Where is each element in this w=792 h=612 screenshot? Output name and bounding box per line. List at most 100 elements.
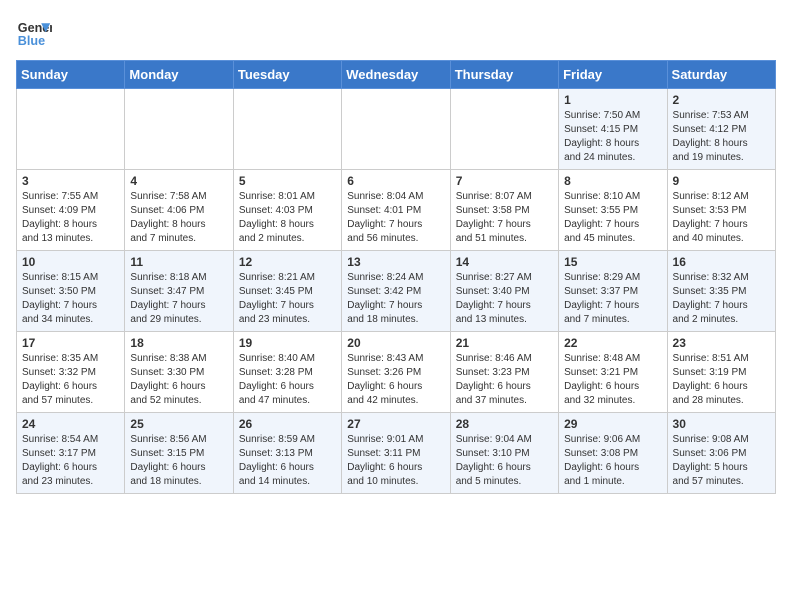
calendar-cell: 12Sunrise: 8:21 AM Sunset: 3:45 PM Dayli…: [233, 251, 341, 332]
day-info: Sunrise: 8:24 AM Sunset: 3:42 PM Dayligh…: [347, 271, 444, 327]
day-info: Sunrise: 8:59 AM Sunset: 3:13 PM Dayligh…: [239, 433, 336, 489]
day-info: Sunrise: 8:10 AM Sunset: 3:55 PM Dayligh…: [564, 190, 661, 246]
logo: General Blue: [16, 16, 52, 52]
day-info: Sunrise: 8:01 AM Sunset: 4:03 PM Dayligh…: [239, 190, 336, 246]
day-info: Sunrise: 8:38 AM Sunset: 3:30 PM Dayligh…: [130, 352, 227, 408]
day-number: 11: [130, 255, 227, 269]
day-number: 15: [564, 255, 661, 269]
day-info: Sunrise: 8:27 AM Sunset: 3:40 PM Dayligh…: [456, 271, 553, 327]
calendar-cell: 20 Sunrise: 8:43 AM Sunset: 3:26 PM Dayli…: [342, 332, 450, 413]
calendar-cell: 21 Sunrise: 8:46 AM Sunset: 3:23 PM Dayli…: [450, 332, 558, 413]
day-info: Sunrise: 7:50 AM Sunset: 4:15 PM Dayligh…: [564, 109, 661, 165]
calendar-cell: 14 Sunrise: 8:27 AM Sunset: 3:40 PM Dayli…: [450, 251, 558, 332]
day-number: 26: [239, 417, 336, 431]
weekday-header-row: SundayMondayTuesdayWednesdayThursdayFrid…: [17, 61, 776, 89]
day-info: Sunrise: 8:29 AM Sunset: 3:37 PM Dayligh…: [564, 271, 661, 327]
day-number: 21: [456, 336, 553, 350]
calendar-cell: 10 Sunrise: 8:15 AM Sunset: 3:50 PM Dayli…: [17, 251, 125, 332]
week-row-3: 10 Sunrise: 8:15 AM Sunset: 3:50 PM Dayli…: [17, 251, 776, 332]
calendar-cell: 4 Sunrise: 7:58 AM Sunset: 4:06 PM Daylig…: [125, 170, 233, 251]
weekday-tuesday: Tuesday: [233, 61, 341, 89]
week-row-1: 1 Sunrise: 7:50 AM Sunset: 4:15 PM Daylig…: [17, 89, 776, 170]
weekday-saturday: Saturday: [667, 61, 775, 89]
day-number: 20: [347, 336, 444, 350]
calendar-cell: [17, 89, 125, 170]
logo-icon: General Blue: [16, 16, 52, 52]
day-number: 14: [456, 255, 553, 269]
calendar-cell: 17Sunrise: 8:35 AM Sunset: 3:32 PM Dayli…: [17, 332, 125, 413]
day-info: Sunrise: 7:55 AM Sunset: 4:09 PM Dayligh…: [22, 190, 119, 246]
day-number: 29: [564, 417, 661, 431]
calendar-cell: 7 Sunrise: 8:07 AM Sunset: 3:58 PM Daylig…: [450, 170, 558, 251]
calendar-cell: 28 Sunrise: 9:04 AM Sunset: 3:10 PM Dayli…: [450, 413, 558, 494]
day-info: Sunrise: 8:54 AM Sunset: 3:17 PM Dayligh…: [22, 433, 119, 489]
day-info: Sunrise: 8:35 AM Sunset: 3:32 PM Dayligh…: [22, 352, 119, 408]
week-row-4: 17Sunrise: 8:35 AM Sunset: 3:32 PM Dayli…: [17, 332, 776, 413]
calendar-cell: 27 Sunrise: 9:01 AM Sunset: 3:11 PM Dayli…: [342, 413, 450, 494]
weekday-friday: Friday: [559, 61, 667, 89]
calendar-cell: 23Sunrise: 8:51 AM Sunset: 3:19 PM Dayli…: [667, 332, 775, 413]
day-number: 10: [22, 255, 119, 269]
day-number: 2: [673, 93, 770, 107]
day-info: Sunrise: 9:06 AM Sunset: 3:08 PM Dayligh…: [564, 433, 661, 489]
day-number: 6: [347, 174, 444, 188]
day-number: 12: [239, 255, 336, 269]
weekday-monday: Monday: [125, 61, 233, 89]
day-info: Sunrise: 8:40 AM Sunset: 3:28 PM Dayligh…: [239, 352, 336, 408]
calendar-cell: [233, 89, 341, 170]
day-info: Sunrise: 8:51 AM Sunset: 3:19 PM Dayligh…: [673, 352, 770, 408]
calendar-cell: 19 Sunrise: 8:40 AM Sunset: 3:28 PM Dayli…: [233, 332, 341, 413]
calendar-cell: [125, 89, 233, 170]
calendar-cell: 26 Sunrise: 8:59 AM Sunset: 3:13 PM Dayli…: [233, 413, 341, 494]
calendar-cell: [342, 89, 450, 170]
day-info: Sunrise: 9:01 AM Sunset: 3:11 PM Dayligh…: [347, 433, 444, 489]
day-number: 27: [347, 417, 444, 431]
weekday-thursday: Thursday: [450, 61, 558, 89]
calendar-cell: 5 Sunrise: 8:01 AM Sunset: 4:03 PM Daylig…: [233, 170, 341, 251]
day-info: Sunrise: 8:07 AM Sunset: 3:58 PM Dayligh…: [456, 190, 553, 246]
day-number: 28: [456, 417, 553, 431]
calendar-cell: 2 Sunrise: 7:53 AM Sunset: 4:12 PM Daylig…: [667, 89, 775, 170]
day-info: Sunrise: 8:56 AM Sunset: 3:15 PM Dayligh…: [130, 433, 227, 489]
calendar-cell: 25 Sunrise: 8:56 AM Sunset: 3:15 PM Dayli…: [125, 413, 233, 494]
calendar-cell: 18 Sunrise: 8:38 AM Sunset: 3:30 PM Dayli…: [125, 332, 233, 413]
day-info: Sunrise: 8:43 AM Sunset: 3:26 PM Dayligh…: [347, 352, 444, 408]
day-number: 16: [673, 255, 770, 269]
day-info: Sunrise: 7:53 AM Sunset: 4:12 PM Dayligh…: [673, 109, 770, 165]
calendar-cell: 8 Sunrise: 8:10 AM Sunset: 3:55 PM Daylig…: [559, 170, 667, 251]
calendar-cell: 16 Sunrise: 8:32 AM Sunset: 3:35 PM Dayli…: [667, 251, 775, 332]
svg-text:Blue: Blue: [18, 34, 45, 48]
calendar-cell: 15 Sunrise: 8:29 AM Sunset: 3:37 PM Dayli…: [559, 251, 667, 332]
calendar-cell: 9 Sunrise: 8:12 AM Sunset: 3:53 PM Daylig…: [667, 170, 775, 251]
calendar-cell: [450, 89, 558, 170]
day-number: 13: [347, 255, 444, 269]
day-info: Sunrise: 8:48 AM Sunset: 3:21 PM Dayligh…: [564, 352, 661, 408]
day-number: 9: [673, 174, 770, 188]
day-number: 3: [22, 174, 119, 188]
day-number: 8: [564, 174, 661, 188]
calendar-cell: 1 Sunrise: 7:50 AM Sunset: 4:15 PM Daylig…: [559, 89, 667, 170]
calendar-cell: 22Sunrise: 8:48 AM Sunset: 3:21 PM Dayli…: [559, 332, 667, 413]
day-number: 25: [130, 417, 227, 431]
day-info: Sunrise: 8:46 AM Sunset: 3:23 PM Dayligh…: [456, 352, 553, 408]
day-number: 1: [564, 93, 661, 107]
day-info: Sunrise: 9:04 AM Sunset: 3:10 PM Dayligh…: [456, 433, 553, 489]
calendar-body: 1 Sunrise: 7:50 AM Sunset: 4:15 PM Daylig…: [17, 89, 776, 494]
calendar-cell: 29 Sunrise: 9:06 AM Sunset: 3:08 PM Dayli…: [559, 413, 667, 494]
day-info: Sunrise: 8:32 AM Sunset: 3:35 PM Dayligh…: [673, 271, 770, 327]
page-header: General Blue: [16, 16, 776, 52]
day-number: 4: [130, 174, 227, 188]
day-info: Sunrise: 8:04 AM Sunset: 4:01 PM Dayligh…: [347, 190, 444, 246]
calendar-cell: 13 Sunrise: 8:24 AM Sunset: 3:42 PM Dayli…: [342, 251, 450, 332]
day-number: 18: [130, 336, 227, 350]
day-info: Sunrise: 8:18 AM Sunset: 3:47 PM Dayligh…: [130, 271, 227, 327]
day-info: Sunrise: 7:58 AM Sunset: 4:06 PM Dayligh…: [130, 190, 227, 246]
day-info: Sunrise: 8:15 AM Sunset: 3:50 PM Dayligh…: [22, 271, 119, 327]
day-number: 19: [239, 336, 336, 350]
week-row-5: 24Sunrise: 8:54 AM Sunset: 3:17 PM Dayli…: [17, 413, 776, 494]
day-number: 5: [239, 174, 336, 188]
calendar-cell: 24Sunrise: 8:54 AM Sunset: 3:17 PM Dayli…: [17, 413, 125, 494]
day-number: 7: [456, 174, 553, 188]
calendar-cell: 6 Sunrise: 8:04 AM Sunset: 4:01 PM Daylig…: [342, 170, 450, 251]
day-info: Sunrise: 8:12 AM Sunset: 3:53 PM Dayligh…: [673, 190, 770, 246]
